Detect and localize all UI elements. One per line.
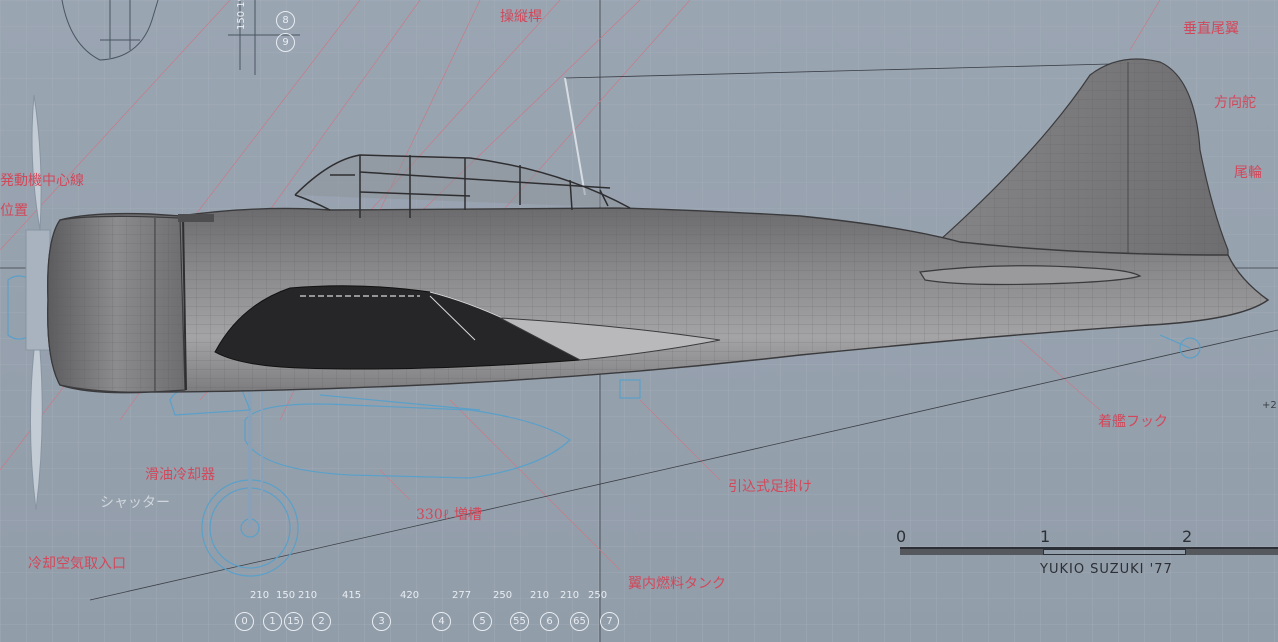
station-number: 0 — [235, 612, 254, 631]
station-dim: 415 — [342, 590, 362, 601]
label-rudder: 方向舵 — [1214, 95, 1256, 111]
label-retractable-step: 引込式足掛け — [728, 479, 812, 495]
scale-bar — [900, 547, 1278, 557]
label-wing-fuel-tank: 翼内燃料タンク — [628, 576, 726, 592]
station-number: 3 — [372, 612, 391, 631]
callout-9: 9 — [276, 33, 295, 52]
station-number: 5 — [473, 612, 492, 631]
station-dim: 250 — [493, 590, 513, 601]
label-arrester-hook: 着艦フック — [1098, 414, 1168, 430]
station-dim: 277 — [452, 590, 472, 601]
station-dim: 210 — [530, 590, 550, 601]
station-number: 65 — [570, 612, 589, 631]
label-position: 位置 — [0, 203, 28, 219]
scale-tick-0: 0 — [896, 527, 907, 546]
label-cooling-air-intake: 冷却空気取入口 — [28, 556, 126, 572]
station-number: 7 — [600, 612, 619, 631]
label-control-stick: 操縦桿 — [500, 9, 542, 25]
scale-tick-1: 1 — [1040, 527, 1051, 546]
station-dim: 210 — [298, 590, 318, 601]
station-dim: 210 — [560, 590, 580, 601]
scale-tick-2: 2 — [1182, 527, 1193, 546]
station-dim: 150 — [276, 590, 296, 601]
station-number: 6 — [540, 612, 559, 631]
station-dim: 210 — [250, 590, 270, 601]
side-dims: 150 190 25 — [236, 0, 247, 30]
label-vertical-stabilizer: 垂直尾翼 — [1183, 21, 1239, 37]
station-number: 1 — [263, 612, 282, 631]
callout-8: 8 — [276, 11, 295, 30]
label-shutter: シャッター — [100, 495, 170, 511]
label-oil-cooler: 滑油冷却器 — [145, 467, 215, 483]
drawing-canvas — [0, 0, 1278, 642]
label-plus2: +2 — [1262, 400, 1277, 411]
station-dim: 250 — [588, 590, 608, 601]
blueprint-viewport[interactable]: 操縦桿 垂直尾翼 方向舵 尾輪 発動機中心線 位置 着艦フック 滑油冷却器 引込… — [0, 0, 1278, 642]
station-number: 2 — [312, 612, 331, 631]
station-dim: 420 — [400, 590, 420, 601]
label-engine-centerline: 発動機中心線 — [0, 173, 84, 189]
label-tailwheel: 尾輪 — [1234, 165, 1262, 181]
label-drop-tank: 330ℓ 増槽 — [416, 507, 482, 523]
signature: YUKIO SUZUKI '77 — [1040, 562, 1173, 577]
station-number: 15 — [284, 612, 303, 631]
station-number: 4 — [432, 612, 451, 631]
station-number: 55 — [510, 612, 529, 631]
